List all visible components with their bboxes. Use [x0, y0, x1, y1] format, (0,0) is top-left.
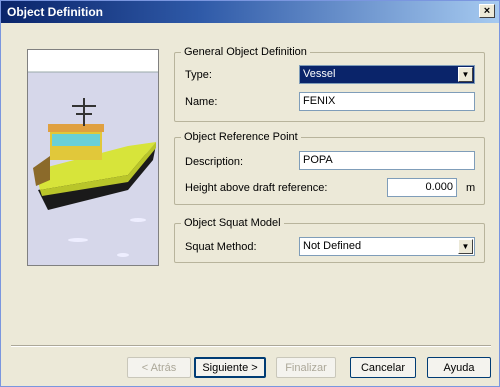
height-label: Height above draft reference:: [185, 182, 328, 194]
description-field[interactable]: POPA: [299, 151, 475, 170]
squat-method-select[interactable]: Not Defined ▼: [299, 237, 475, 256]
cancel-button[interactable]: Cancelar: [350, 357, 416, 378]
squat-group-legend: Object Squat Model: [181, 217, 284, 229]
name-field[interactable]: FENIX: [299, 92, 475, 111]
description-field-value: POPA: [303, 154, 333, 166]
vessel-preview-image: [27, 49, 159, 266]
height-field-value: 0.000: [425, 181, 453, 193]
help-button[interactable]: Ayuda: [427, 357, 491, 378]
object-definition-window: Object Definition × General Object Defin…: [0, 0, 500, 387]
close-button[interactable]: ×: [479, 4, 495, 18]
general-object-definition-group: General Object Definition: [174, 46, 485, 122]
chevron-down-icon[interactable]: ▼: [458, 239, 473, 254]
vessel-3d-icon: [28, 50, 158, 265]
squat-method-value: Not Defined: [303, 240, 362, 252]
chevron-down-icon[interactable]: ▼: [458, 67, 473, 82]
height-unit: m: [466, 182, 476, 194]
close-icon: ×: [483, 4, 491, 17]
title-bar[interactable]: Object Definition ×: [1, 1, 499, 23]
back-button[interactable]: < Atrás: [127, 357, 191, 378]
separator-line: [11, 345, 491, 347]
name-field-value: FENIX: [303, 95, 336, 107]
squat-method-label: Squat Method:: [185, 241, 257, 253]
type-select[interactable]: Vessel ▼: [299, 65, 475, 84]
general-group-legend: General Object Definition: [181, 46, 310, 58]
type-label: Type:: [185, 69, 212, 81]
description-label: Description:: [185, 156, 244, 168]
height-field[interactable]: 0.000: [387, 178, 457, 197]
next-button[interactable]: Siguiente >: [194, 357, 266, 378]
type-select-value: Vessel: [303, 68, 336, 80]
window-title: Object Definition: [7, 5, 103, 19]
name-label: Name:: [185, 96, 218, 108]
reference-group-legend: Object Reference Point: [181, 131, 301, 143]
finish-button[interactable]: Finalizar: [276, 357, 336, 378]
